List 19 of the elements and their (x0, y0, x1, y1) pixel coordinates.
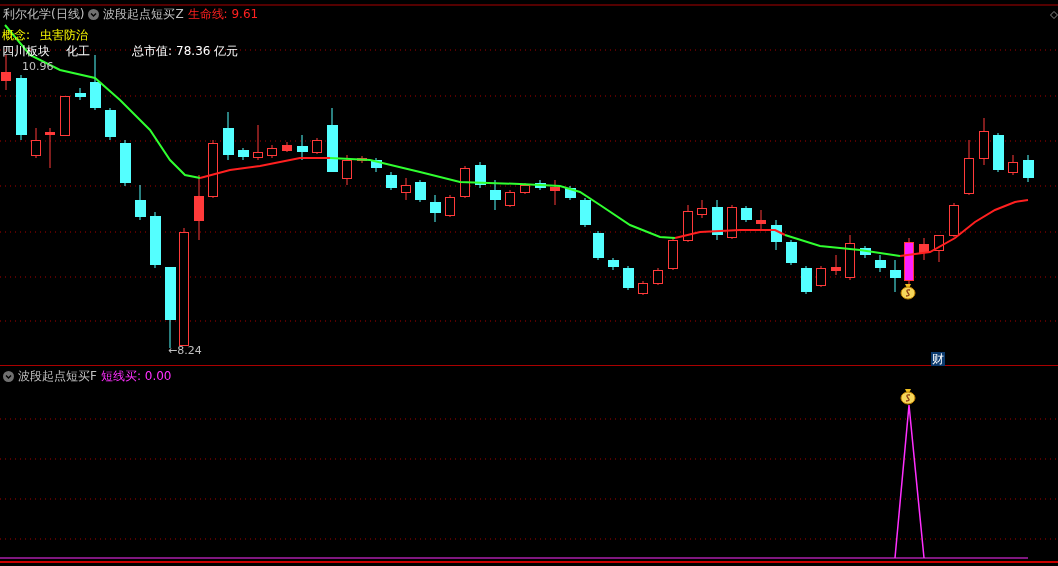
low-price-label: ←8.24 (168, 344, 202, 358)
market-cap-value: 78.36 亿元 (176, 44, 239, 58)
money-bag-icon (900, 389, 916, 405)
dropdown-icon[interactable] (88, 8, 100, 20)
indicator-value: 短线买: 0.00 (100, 369, 172, 383)
chart-title: 利尔化学(日线) (3, 7, 85, 21)
concept-label: 概念: (2, 28, 31, 42)
high-price-label: 10.96 (22, 60, 54, 74)
market-cap-label: 总市值: (132, 44, 173, 58)
diamond-icon (1050, 11, 1058, 19)
concept-value: 虫害防治 (40, 28, 89, 42)
industry-label: 化工 (66, 44, 90, 58)
indicator-name: 波段起点短买F (18, 369, 97, 383)
signal-badge: 财 (931, 352, 945, 366)
dropdown-icon[interactable] (3, 370, 14, 382)
money-bag-icon (900, 284, 916, 300)
indicator-name: 波段起点短买Z (103, 7, 184, 21)
indicator-value: 生命线: 9.61 (187, 7, 259, 21)
sector-label: 四川板块 (2, 44, 50, 58)
